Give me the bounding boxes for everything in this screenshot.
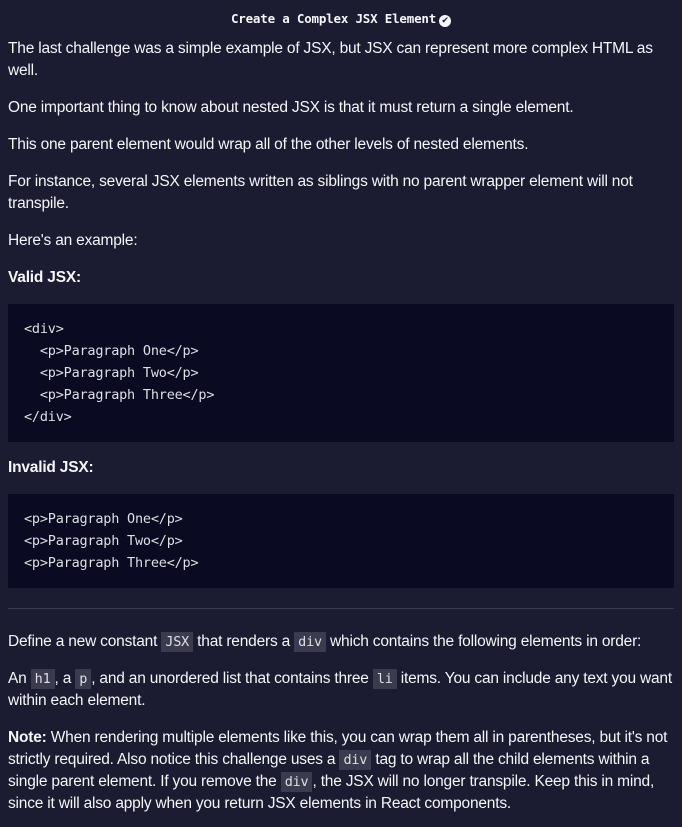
invalid-code-block: <p>Paragraph One</p> <p>Paragraph Two</p… xyxy=(8,494,674,588)
task-instruction: Define a new constant JSX that renders a… xyxy=(8,632,642,652)
note: Note: When rendering multiple elements l… xyxy=(8,729,668,812)
inline-code: li xyxy=(372,669,397,689)
inline-code: h1 xyxy=(30,669,55,689)
inline-code: div xyxy=(294,632,326,652)
paragraph: This one parent element would wrap all o… xyxy=(8,136,529,153)
inline-code: div xyxy=(280,772,313,792)
task-instruction: An h1, a p, and an unordered list that c… xyxy=(8,669,672,709)
paragraph: Here's an example: xyxy=(8,232,138,249)
paragraph: One important thing to know about nested… xyxy=(8,99,574,116)
paragraph: For instance, several JSX elements writt… xyxy=(8,173,633,212)
challenge-title: Create a Complex JSX Element ✔ xyxy=(8,0,674,38)
valid-label: Valid JSX: xyxy=(8,269,81,286)
inline-code: div xyxy=(339,750,372,770)
challenge-description: Create a Complex JSX Element ✔ The last c… xyxy=(0,0,682,815)
paragraph: The last challenge was a simple example … xyxy=(8,40,653,79)
valid-code-block: <div> <p>Paragraph One</p> <p>Paragraph … xyxy=(8,304,674,442)
divider xyxy=(8,608,674,609)
invalid-label: Invalid JSX: xyxy=(8,459,94,476)
check-circle-icon: ✔ xyxy=(439,15,452,27)
inline-code: p xyxy=(75,669,92,689)
inline-code: JSX xyxy=(161,632,194,652)
